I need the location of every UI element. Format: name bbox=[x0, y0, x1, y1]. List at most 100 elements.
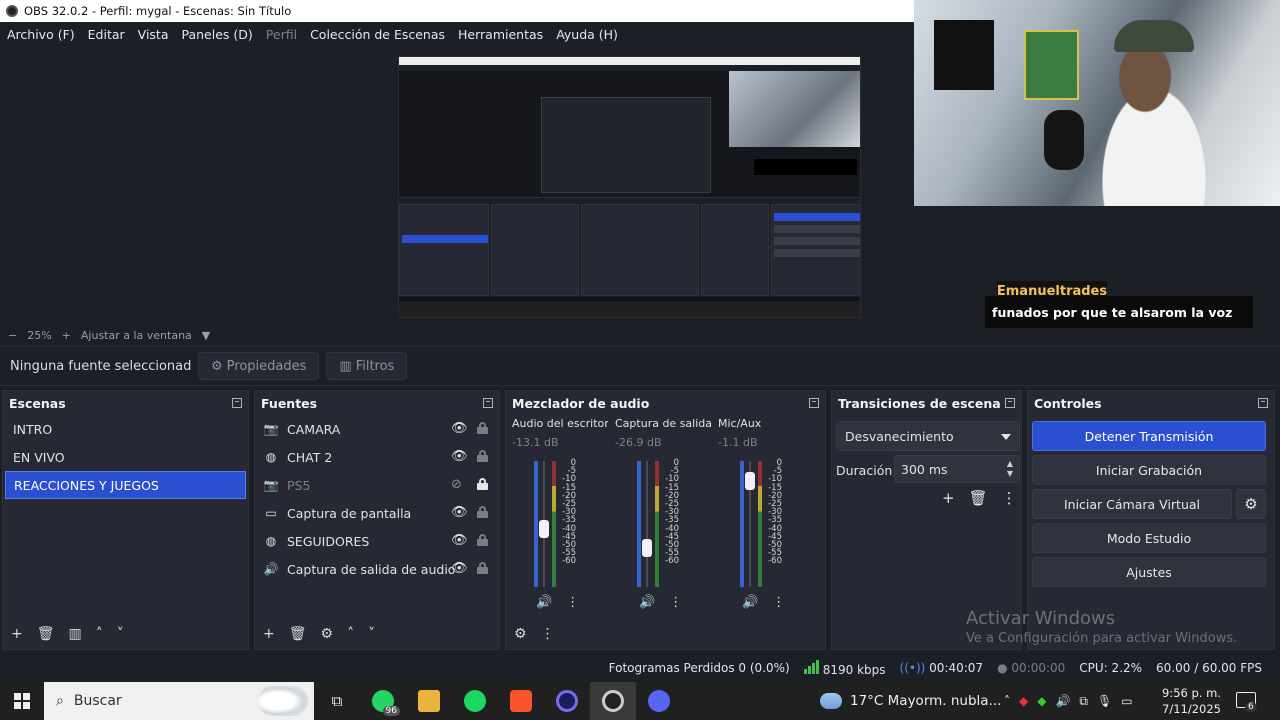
undock-icon[interactable] bbox=[483, 398, 493, 408]
remove-scene-icon[interactable]: 🗑 bbox=[37, 626, 55, 642]
start-recording-button[interactable]: Iniciar Grabación bbox=[1032, 455, 1266, 485]
channel-db: -1.1 dB bbox=[718, 436, 758, 449]
add-transition-icon[interactable]: + bbox=[942, 489, 955, 507]
source-item[interactable]: ◍ CHAT 2 👁 bbox=[255, 443, 499, 471]
move-down-icon[interactable]: ˅ bbox=[368, 626, 375, 642]
tray-app-icon[interactable]: ◆ bbox=[1019, 694, 1028, 708]
lock-icon[interactable] bbox=[477, 534, 488, 546]
weather-widget[interactable]: 17°C Mayorm. nubla... bbox=[820, 682, 1001, 720]
transition-menu-icon[interactable]: ⋮ bbox=[1002, 489, 1017, 507]
lock-icon[interactable] bbox=[477, 450, 488, 462]
visibility-eye-icon[interactable]: 👁 bbox=[451, 421, 468, 436]
undock-icon[interactable] bbox=[1258, 398, 1268, 408]
menu-docks[interactable]: Paneles (D) bbox=[182, 27, 253, 42]
add-source-icon[interactable]: + bbox=[263, 626, 275, 642]
volume-fader-knob[interactable] bbox=[745, 471, 755, 490]
mute-speaker-icon[interactable]: 🔊 bbox=[536, 595, 552, 610]
mixer-menu-icon[interactable]: ⋮ bbox=[541, 626, 555, 642]
settings-button[interactable]: Ajustes bbox=[1032, 557, 1266, 587]
taskbar-search[interactable]: ⌕ Buscar bbox=[44, 682, 314, 720]
scene-item[interactable]: EN VIVO bbox=[5, 443, 246, 471]
scene-item-active[interactable]: REACCIONES Y JUEGOS bbox=[5, 471, 246, 499]
scene-item[interactable]: INTRO bbox=[5, 415, 246, 443]
mute-speaker-icon[interactable]: 🔊 bbox=[742, 595, 758, 610]
zoom-in-button[interactable]: + bbox=[62, 329, 71, 342]
tray-app-icon[interactable]: ◆ bbox=[1037, 694, 1046, 708]
undock-icon[interactable] bbox=[232, 398, 242, 408]
visibility-eye-icon[interactable]: 👁 bbox=[451, 449, 468, 464]
undock-icon[interactable] bbox=[809, 398, 819, 408]
spinner-icon[interactable]: ▲ ▼ bbox=[1007, 459, 1013, 479]
menu-help[interactable]: Ayuda (H) bbox=[556, 27, 618, 42]
start-button[interactable] bbox=[0, 682, 44, 720]
fader-track[interactable] bbox=[646, 461, 648, 587]
zoom-out-button[interactable]: − bbox=[8, 329, 17, 342]
clock[interactable]: 9:56 p. m. 7/11/2025 bbox=[1162, 685, 1221, 717]
remove-transition-icon[interactable]: 🗑 bbox=[969, 489, 988, 507]
network-icon[interactable]: ▭ bbox=[1121, 694, 1132, 708]
show-hidden-icon[interactable]: ˄ bbox=[1004, 694, 1010, 708]
channel-menu-icon[interactable]: ⋮ bbox=[669, 595, 682, 610]
volume-icon[interactable]: 🔊 bbox=[1055, 694, 1070, 708]
whatsapp-icon[interactable]: 96 bbox=[360, 682, 406, 720]
start-virtual-camera-button[interactable]: Iniciar Cámara Virtual bbox=[1032, 489, 1232, 519]
volume-fader-knob[interactable] bbox=[642, 538, 652, 557]
preview-canvas[interactable] bbox=[398, 56, 861, 318]
app-ring-icon[interactable] bbox=[544, 682, 590, 720]
hidden-eye-icon[interactable]: ⊘ bbox=[451, 477, 462, 492]
mute-speaker-icon[interactable]: 🔊 bbox=[639, 595, 655, 610]
discord-icon[interactable] bbox=[636, 682, 682, 720]
remove-source-icon[interactable]: 🗑 bbox=[289, 626, 307, 642]
source-label: SEGUIDORES bbox=[287, 533, 370, 549]
task-view-icon[interactable]: ⧉ bbox=[314, 682, 360, 720]
brave-icon[interactable] bbox=[498, 682, 544, 720]
zoom-dropdown-icon[interactable]: ▼ bbox=[202, 329, 210, 342]
menu-scene-collection[interactable]: Colección de Escenas bbox=[310, 27, 445, 42]
duration-input[interactable]: 300 ms ▲ ▼ bbox=[894, 455, 1020, 483]
source-item-hidden[interactable]: 📷 PS5 ⊘ bbox=[255, 471, 499, 499]
scene-filters-icon[interactable]: ▥ bbox=[69, 626, 82, 642]
source-item[interactable]: ▭ Captura de pantalla 👁 bbox=[255, 499, 499, 527]
studio-mode-button[interactable]: Modo Estudio bbox=[1032, 523, 1266, 553]
nested-taskbar bbox=[399, 301, 860, 317]
source-properties-icon[interactable]: ⚙ bbox=[321, 626, 334, 642]
channel-menu-icon[interactable]: ⋮ bbox=[566, 595, 579, 610]
duration-label: Duración bbox=[836, 463, 893, 478]
lock-icon[interactable] bbox=[477, 506, 488, 518]
menu-profile[interactable]: Perfil bbox=[266, 27, 297, 42]
menu-view[interactable]: Vista bbox=[138, 27, 169, 42]
properties-button[interactable]: ⚙ Propiedades bbox=[198, 352, 320, 380]
move-up-icon[interactable]: ˄ bbox=[347, 626, 354, 642]
add-scene-icon[interactable]: + bbox=[11, 626, 23, 642]
channel-menu-icon[interactable]: ⋮ bbox=[772, 595, 785, 610]
visibility-eye-icon[interactable]: 👁 bbox=[451, 561, 468, 576]
transitions-title: Transiciones de escena bbox=[838, 395, 1001, 411]
fit-to-window-button[interactable]: Ajustar a la ventana bbox=[81, 329, 192, 342]
move-up-icon[interactable]: ˄ bbox=[96, 626, 103, 642]
menu-tools[interactable]: Herramientas bbox=[458, 27, 543, 42]
move-down-icon[interactable]: ˅ bbox=[117, 626, 124, 642]
virtual-camera-settings-icon[interactable]: ⚙ bbox=[1236, 489, 1266, 519]
menu-file[interactable]: Archivo (F) bbox=[7, 27, 75, 42]
advanced-audio-icon[interactable]: ⚙ bbox=[514, 626, 527, 642]
source-item[interactable]: 🔊 Captura de salida de audio 👁 bbox=[255, 555, 499, 583]
nested-camera bbox=[729, 71, 860, 147]
lock-icon[interactable] bbox=[477, 422, 488, 434]
undock-icon[interactable] bbox=[1005, 398, 1015, 408]
microphone-icon[interactable]: 🎙 bbox=[1097, 694, 1112, 708]
source-item[interactable]: ◍ SEGUIDORES 👁 bbox=[255, 527, 499, 555]
stop-streaming-button[interactable]: Detener Transmisión bbox=[1032, 421, 1266, 451]
source-item[interactable]: 📷 CAMARA 👁 bbox=[255, 415, 499, 443]
volume-fader-knob[interactable] bbox=[539, 520, 549, 539]
transition-select[interactable]: Desvanecimiento bbox=[836, 421, 1020, 451]
spotify-icon[interactable] bbox=[452, 682, 498, 720]
locked-icon[interactable] bbox=[477, 478, 488, 490]
lock-icon[interactable] bbox=[477, 562, 488, 574]
filters-button[interactable]: ▥ Filtros bbox=[326, 352, 408, 380]
visibility-eye-icon[interactable]: 👁 bbox=[451, 533, 468, 548]
file-explorer-icon[interactable] bbox=[406, 682, 452, 720]
menu-edit[interactable]: Editar bbox=[88, 27, 125, 42]
tray-app-icon[interactable]: ⧉ bbox=[1079, 694, 1088, 709]
visibility-eye-icon[interactable]: 👁 bbox=[451, 505, 468, 520]
obs-taskbar-icon[interactable] bbox=[590, 682, 636, 720]
